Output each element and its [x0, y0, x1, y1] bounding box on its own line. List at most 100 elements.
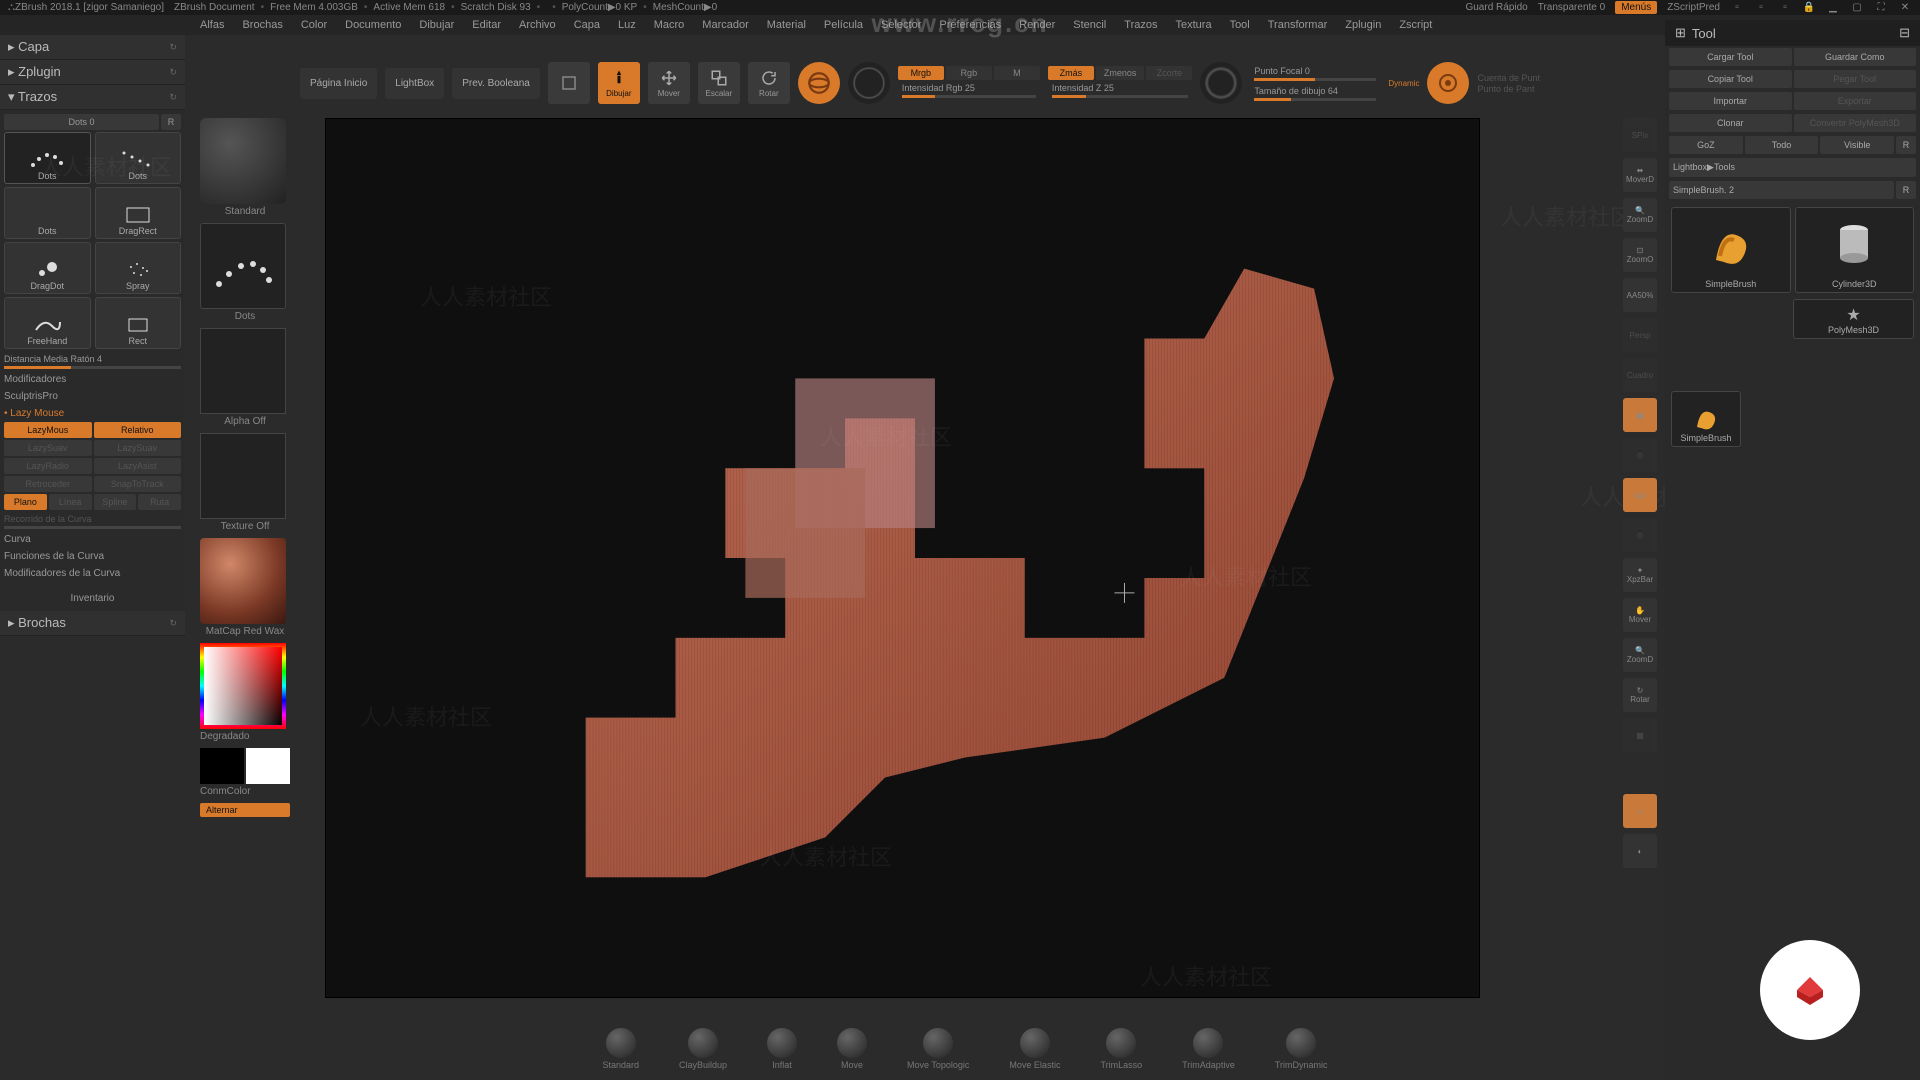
menu-editar[interactable]: Editar	[472, 19, 501, 31]
menu-textura[interactable]: Textura	[1175, 19, 1211, 31]
alternar-btn[interactable]: Alternar	[200, 803, 290, 817]
viewport-canvas[interactable]	[325, 118, 1480, 998]
simplebrush-label[interactable]: SimpleBrush. 2	[1669, 181, 1894, 199]
rail-xyz[interactable]: xyz	[1623, 478, 1657, 512]
modificadores-section[interactable]: Modificadores	[4, 371, 181, 388]
lightbox-button[interactable]: LightBox	[385, 68, 444, 99]
rail-pframe[interactable]: ▭	[1623, 794, 1657, 828]
lazysuav-btn2[interactable]: LazySuav	[94, 440, 182, 456]
copiar-tool-btn[interactable]: Copiar Tool	[1669, 70, 1792, 88]
convertir-btn[interactable]: Convertir PolyMesh3D	[1794, 114, 1917, 132]
plano-btn[interactable]: Plano	[4, 494, 47, 510]
rail-circle2[interactable]: ⊙	[1623, 518, 1657, 552]
guard-rapido[interactable]: Guard Rápido	[1465, 2, 1527, 13]
inventario-section[interactable]: Inventario	[4, 590, 181, 607]
rail-rotar[interactable]: ↻Rotar	[1623, 678, 1657, 712]
dots-label[interactable]: Dots 0	[4, 114, 159, 130]
retroceder-btn[interactable]: Retroceder	[4, 476, 92, 492]
sculptris-section[interactable]: SculptrisPro	[4, 388, 181, 405]
menu-selector[interactable]: Selector	[881, 19, 921, 31]
sphere-icon[interactable]	[848, 62, 890, 104]
fullscreen-icon[interactable]: ⛶	[1874, 1, 1888, 15]
spline-btn[interactable]: Spline	[94, 494, 137, 510]
zmenos-toggle[interactable]: Zmenos	[1096, 66, 1145, 80]
menus-button[interactable]: Menús	[1615, 1, 1657, 14]
rail-mover[interactable]: ✋Mover	[1623, 598, 1657, 632]
exportar-btn[interactable]: Exportar	[1794, 92, 1917, 110]
zmas-toggle[interactable]: Zmás	[1048, 66, 1094, 80]
curva-section[interactable]: Curva	[4, 531, 181, 548]
guardar-como-btn[interactable]: Guardar Como	[1794, 48, 1917, 66]
focal-icon[interactable]	[1200, 62, 1242, 104]
rail-moverd[interactable]: ⬌MoverD	[1623, 158, 1657, 192]
stroke-rect[interactable]: Rect	[95, 297, 182, 349]
stroke-swatch[interactable]	[200, 223, 286, 309]
menu-color[interactable]: Color	[301, 19, 327, 31]
importar-btn[interactable]: Importar	[1669, 92, 1792, 110]
rail-zoom3d[interactable]: 🔍ZoomD	[1623, 638, 1657, 672]
zcorte-toggle[interactable]: Zcorte	[1146, 66, 1192, 80]
menu-preferencias[interactable]: Preferencias	[939, 19, 1001, 31]
tool-thumb-simplebrush[interactable]: SimpleBrush	[1671, 207, 1791, 293]
dots-r[interactable]: R	[161, 114, 181, 130]
rail-cuadro[interactable]: Cuadro	[1623, 358, 1657, 392]
lazymouse-section[interactable]: • Lazy Mouse	[4, 405, 181, 422]
dibujar-button[interactable]: Dibujar	[598, 62, 640, 104]
primary-color[interactable]	[246, 748, 290, 784]
brochas-header[interactable]: ▸ Brochas↻	[0, 611, 185, 636]
brush-swatch[interactable]	[200, 118, 286, 204]
lightbox-tools-btn[interactable]: Lightbox▶Tools	[1669, 158, 1916, 177]
escalar-button[interactable]: Escalar	[698, 62, 740, 104]
drawsize-icon[interactable]	[1427, 62, 1469, 104]
rgb-toggle[interactable]: Rgb	[946, 66, 992, 80]
maximize-icon[interactable]: ▢	[1850, 1, 1864, 15]
tamano-slider[interactable]: Tamaño de dibujo 64	[1250, 84, 1380, 103]
tool-header[interactable]: ⊞Tool⊟	[1665, 20, 1920, 46]
visible-btn[interactable]: Visible	[1820, 136, 1894, 154]
transparente[interactable]: Transparente 0	[1538, 2, 1605, 13]
tray-trimadaptive[interactable]: TrimAdaptive	[1182, 1028, 1235, 1070]
tool-r-btn[interactable]: R	[1896, 181, 1916, 199]
stroke-dragrect[interactable]: DragRect	[95, 187, 182, 239]
menu-capa[interactable]: Capa	[574, 19, 600, 31]
window-icon[interactable]: ▫	[1778, 1, 1792, 15]
goz-btn[interactable]: GoZ	[1669, 136, 1743, 154]
stroke-dots[interactable]: Dots	[4, 132, 91, 184]
lazysuav-btn[interactable]: LazySuav	[4, 440, 92, 456]
intensidad-z-slider[interactable]: Intensidad Z 25	[1048, 81, 1193, 100]
dynamic-label[interactable]: Dynamic	[1388, 79, 1419, 88]
lock-icon[interactable]: 🔒	[1802, 1, 1816, 15]
stroke-spray[interactable]: Spray	[95, 242, 182, 294]
pagina-inicio-button[interactable]: Página Inicio	[300, 68, 377, 99]
gyro-icon[interactable]	[798, 62, 840, 104]
prev-booleana-button[interactable]: Prev. Booleana	[452, 68, 540, 99]
menu-zplugin[interactable]: Zplugin	[1345, 19, 1381, 31]
menu-luz[interactable]: Luz	[618, 19, 636, 31]
pegar-tool-btn[interactable]: Pegar Tool	[1794, 70, 1917, 88]
secondary-color[interactable]	[200, 748, 244, 784]
capa-header[interactable]: ▸ Capa↻	[0, 35, 185, 60]
tray-standard[interactable]: Standard	[602, 1028, 639, 1070]
menu-pelicula[interactable]: Película	[824, 19, 863, 31]
menu-alfas[interactable]: Alfas	[200, 19, 224, 31]
menu-stencil[interactable]: Stencil	[1073, 19, 1106, 31]
menu-transformar[interactable]: Transformar	[1268, 19, 1328, 31]
r-btn[interactable]: R	[1896, 136, 1916, 154]
rail-grid2[interactable]: ▦	[1623, 718, 1657, 752]
conmcolor-label[interactable]: ConmColor	[200, 786, 290, 797]
rail-grid[interactable]: ▦	[1623, 398, 1657, 432]
tray-trimlasso[interactable]: TrimLasso	[1100, 1028, 1142, 1070]
todo-btn[interactable]: Todo	[1745, 136, 1819, 154]
menu-archivo[interactable]: Archivo	[519, 19, 556, 31]
rail-persp[interactable]: Persp	[1623, 318, 1657, 352]
alpha-swatch[interactable]	[200, 328, 286, 414]
menu-trazos[interactable]: Trazos	[1124, 19, 1157, 31]
menu-documento[interactable]: Documento	[345, 19, 401, 31]
stroke-dots-3[interactable]: Dots	[4, 187, 91, 239]
menu-tool[interactable]: Tool	[1230, 19, 1250, 31]
recorrido-slider[interactable]: Recorrido de la Curva	[4, 512, 181, 531]
zplugin-header[interactable]: ▸ Zplugin↻	[0, 60, 185, 85]
menu-macro[interactable]: Macro	[654, 19, 685, 31]
stroke-freehand[interactable]: FreeHand	[4, 297, 91, 349]
degradado-label[interactable]: Degradado	[200, 731, 290, 742]
